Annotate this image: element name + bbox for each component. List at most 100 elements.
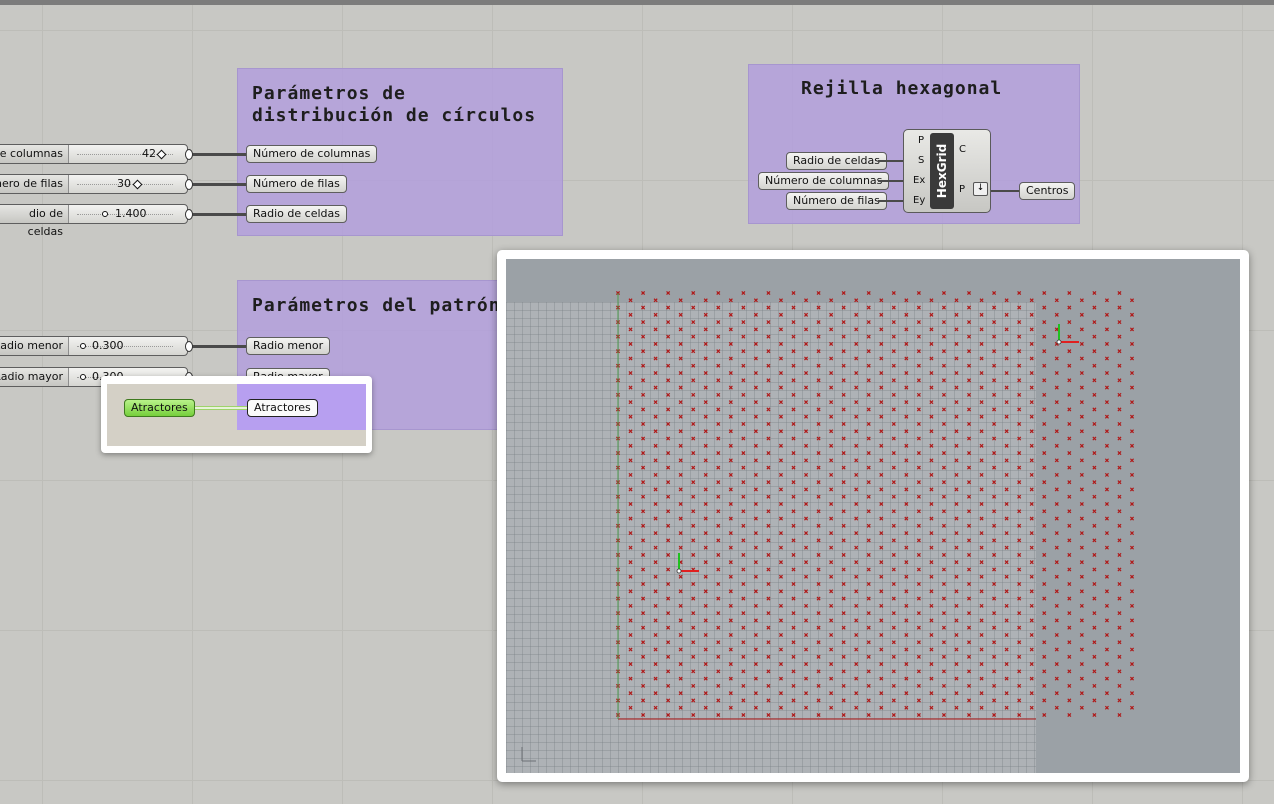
grid-point <box>678 371 683 376</box>
grid-point <box>728 414 733 419</box>
param-numero-filas[interactable]: Número de filas <box>246 175 347 193</box>
slider-knob[interactable] <box>80 342 86 349</box>
param-radio-celdas[interactable]: Radio de celdas <box>246 205 347 223</box>
grid-point <box>1017 611 1022 616</box>
grid-point <box>891 698 896 703</box>
grid-point <box>916 407 921 412</box>
grid-point <box>791 421 796 426</box>
grid-point <box>992 465 997 470</box>
grid-point <box>741 349 746 354</box>
slider-radio-celdas-label: dio de celdas <box>0 205 69 238</box>
grid-point <box>891 494 896 499</box>
grid-point <box>778 545 784 550</box>
rhino-viewport[interactable] <box>506 259 1240 773</box>
grid-point <box>716 523 721 528</box>
hexgrid-input-ex[interactable]: Ex <box>913 175 925 186</box>
grid-point <box>1017 465 1022 470</box>
slider-knob[interactable] <box>102 210 108 217</box>
grid-point <box>1104 705 1109 710</box>
hexgrid-input-numero-filas[interactable]: Número de filas <box>786 192 887 210</box>
grid-point <box>653 327 658 332</box>
grid-point <box>753 632 758 637</box>
grid-point <box>678 385 683 390</box>
param-atractores-source[interactable]: Atractores <box>124 399 195 417</box>
grid-point <box>816 625 821 630</box>
grid-point <box>666 465 671 470</box>
param-radio-menor[interactable]: Radio menor <box>246 337 331 355</box>
grid-point <box>716 625 721 630</box>
grid-point <box>728 341 733 346</box>
top-toolbar-edge <box>0 0 1274 5</box>
slider-radio-celdas[interactable]: dio de celdas 1.400 <box>0 204 193 238</box>
grid-point <box>804 298 809 303</box>
grid-point <box>641 465 646 470</box>
output-grip[interactable] <box>185 179 193 190</box>
grid-point <box>1092 567 1097 572</box>
grid-point <box>1092 494 1097 499</box>
grid-point <box>954 574 959 579</box>
slider-knob[interactable] <box>132 179 143 190</box>
output-grip[interactable] <box>185 149 193 160</box>
grid-point <box>1104 341 1109 346</box>
grid-point <box>1004 312 1009 317</box>
hexgrid-input-ey[interactable]: Ey <box>913 195 925 206</box>
grid-point <box>804 356 809 361</box>
grid-point <box>841 523 846 528</box>
grid-point <box>854 414 859 419</box>
hexgrid-input-s[interactable]: S <box>918 155 924 166</box>
hexgrid-input-radio-celdas[interactable]: Radio de celdas <box>786 152 887 170</box>
grid-point <box>929 705 934 710</box>
grid-point <box>1017 582 1022 587</box>
grid-point <box>628 662 633 667</box>
grid-point <box>716 538 721 543</box>
param-atractores[interactable]: Atractores <box>247 399 318 417</box>
slider-radio-menor[interactable]: Radio menor 0.300 <box>0 336 193 356</box>
hexgrid-output-p[interactable]: P <box>959 184 965 195</box>
grid-point <box>1029 618 1034 623</box>
grid-point <box>1079 545 1084 550</box>
output-grip[interactable] <box>185 209 193 220</box>
hexgrid-component[interactable]: P S Ex Ey HexGrid C P ↓ <box>903 129 991 213</box>
grid-point <box>766 421 771 426</box>
grid-point <box>666 596 671 601</box>
grid-point <box>1054 472 1059 477</box>
grid-point <box>1042 451 1047 456</box>
grid-point <box>703 356 708 361</box>
grid-point <box>678 545 683 550</box>
param-numero-columnas[interactable]: Número de columnas <box>246 145 378 163</box>
grid-point <box>1129 458 1135 463</box>
grid-point <box>879 371 884 376</box>
grid-point <box>1029 371 1034 376</box>
slider-numero-filas[interactable]: mero de filas 30 <box>0 174 193 194</box>
grid-point <box>929 603 934 608</box>
grid-point <box>1017 378 1022 383</box>
grid-point <box>778 560 784 565</box>
grid-point <box>979 632 984 637</box>
grid-point <box>791 567 796 572</box>
grid-point <box>816 421 821 426</box>
grid-point <box>1117 349 1122 354</box>
grid-point <box>728 327 733 332</box>
grid-point <box>879 501 884 507</box>
hexgrid-output-c[interactable]: C <box>959 144 966 155</box>
slider-numero-columnas[interactable]: de columnas 42 <box>0 144 193 164</box>
download-arrow-icon[interactable]: ↓ <box>973 182 988 196</box>
grid-point <box>979 472 984 477</box>
grid-point <box>1104 516 1109 521</box>
grid-point <box>854 560 859 565</box>
grid-point <box>1004 356 1009 361</box>
output-grip[interactable] <box>185 341 193 352</box>
hexgrid-input-numero-columnas[interactable]: Número de columnas <box>758 172 890 190</box>
grid-point <box>741 669 746 674</box>
hexgrid-input-p[interactable]: P <box>918 135 924 146</box>
hexgrid-output-centros[interactable]: Centros <box>1019 182 1076 200</box>
grid-point <box>891 480 896 485</box>
grid-point <box>804 676 809 681</box>
slider-knob[interactable] <box>80 373 86 380</box>
grid-point <box>778 312 784 317</box>
slider-knob[interactable] <box>156 149 167 160</box>
grid-point <box>929 298 934 303</box>
grid-point <box>904 516 909 521</box>
grid-point <box>678 603 683 608</box>
grid-point <box>753 501 758 507</box>
